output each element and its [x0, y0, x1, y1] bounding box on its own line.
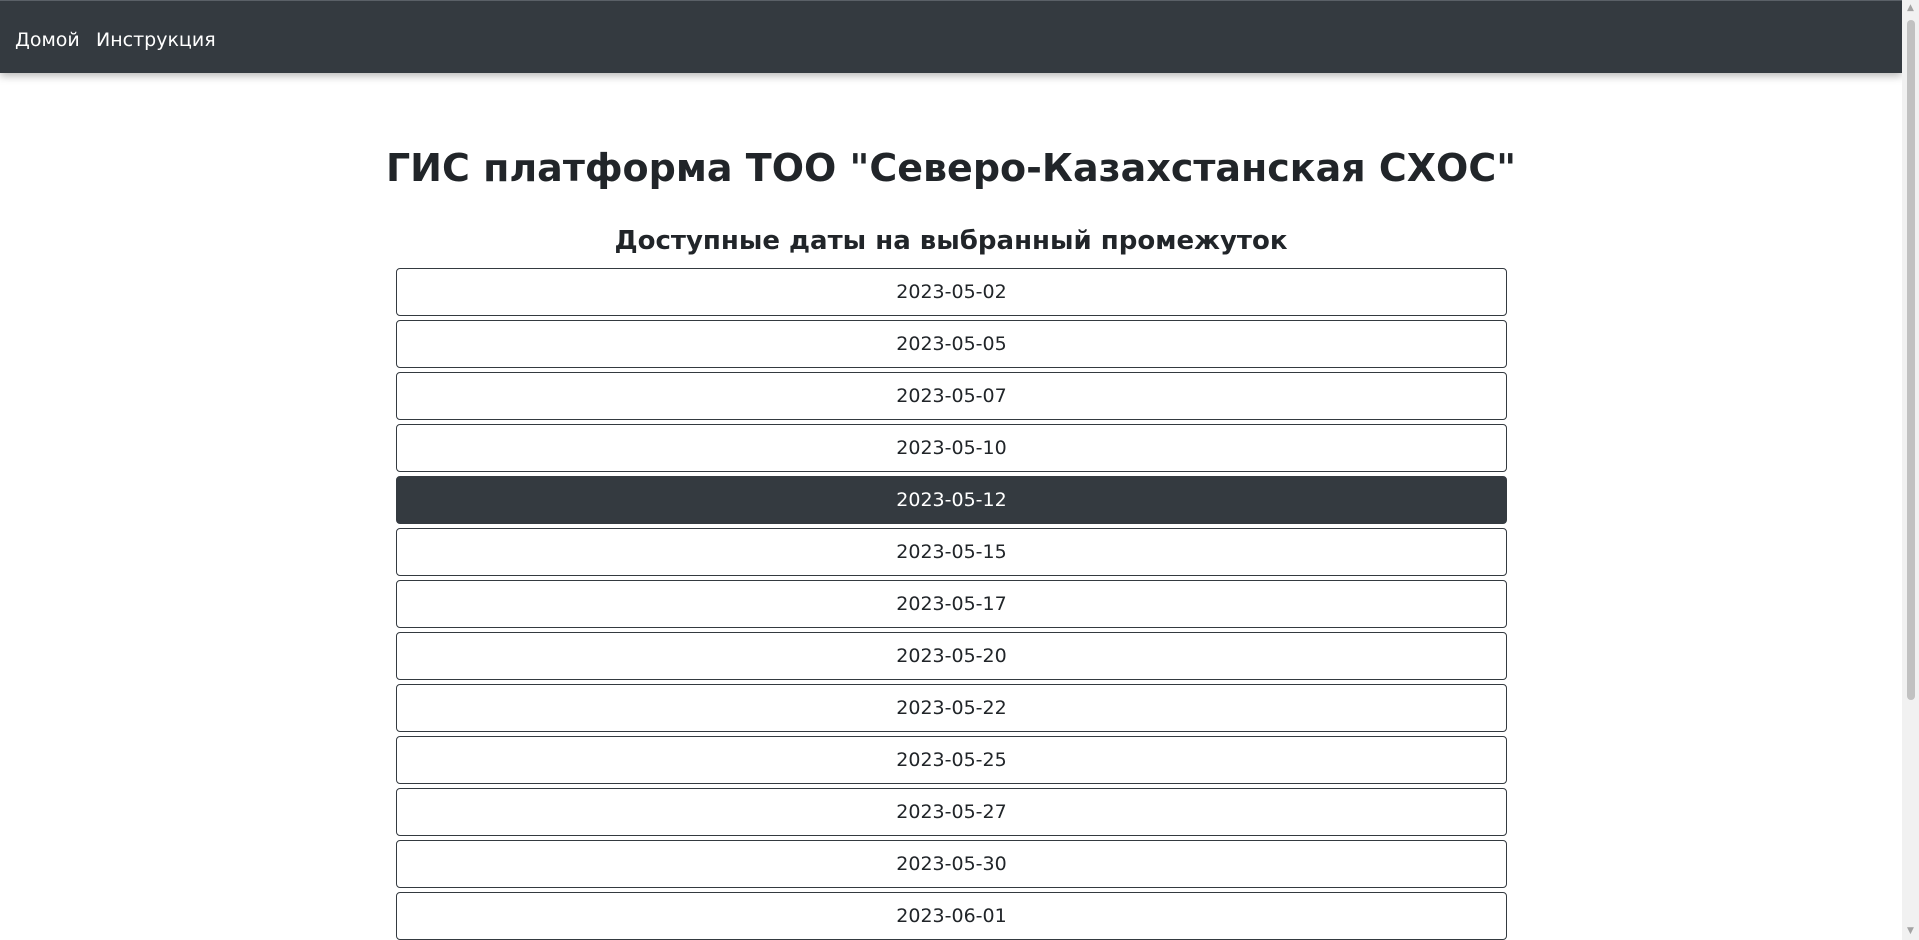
- date-button[interactable]: 2023-05-02: [396, 268, 1507, 316]
- dates-subtitle: Доступные даты на выбранный промежуток: [614, 226, 1288, 256]
- nav-home-link[interactable]: Домой: [15, 28, 80, 52]
- scroll-thumb[interactable]: [1907, 20, 1915, 700]
- scroll-down-icon[interactable]: ▼: [1902, 923, 1919, 940]
- date-list: 2023-05-02 2023-05-05 2023-05-07 2023-05-10…: [396, 268, 1507, 940]
- date-button[interactable]: 2023-05-30: [396, 840, 1507, 888]
- date-button[interactable]: 2023-05-10: [396, 424, 1507, 472]
- date-button[interactable]: 2023-05-20: [396, 632, 1507, 680]
- date-button[interactable]: 2023-05-25: [396, 736, 1507, 784]
- date-button[interactable]: 2023-05-17: [396, 580, 1507, 628]
- date-button[interactable]: 2023-05-27: [396, 788, 1507, 836]
- main-content: ГИС платформа ТОО "Северо-Казахстанская …: [0, 73, 1902, 940]
- date-button[interactable]: 2023-05-07: [396, 372, 1507, 420]
- page-title: ГИС платформа ТОО "Северо-Казахстанская …: [385, 146, 1517, 190]
- top-navbar: Домой Инструкция: [0, 0, 1902, 73]
- nav-instructions-link[interactable]: Инструкция: [96, 28, 216, 52]
- date-button[interactable]: 2023-05-05: [396, 320, 1507, 368]
- date-button[interactable]: 2023-05-15: [396, 528, 1507, 576]
- date-button[interactable]: 2023-05-22: [396, 684, 1507, 732]
- scroll-up-icon[interactable]: ▲: [1902, 0, 1919, 17]
- vertical-scrollbar[interactable]: ▲ ▼: [1902, 0, 1919, 940]
- date-button[interactable]: 2023-06-01: [396, 892, 1507, 940]
- browser-viewport: Домой Инструкция ГИС платформа ТОО "Севе…: [0, 0, 1919, 940]
- date-button[interactable]: 2023-05-12: [396, 476, 1507, 524]
